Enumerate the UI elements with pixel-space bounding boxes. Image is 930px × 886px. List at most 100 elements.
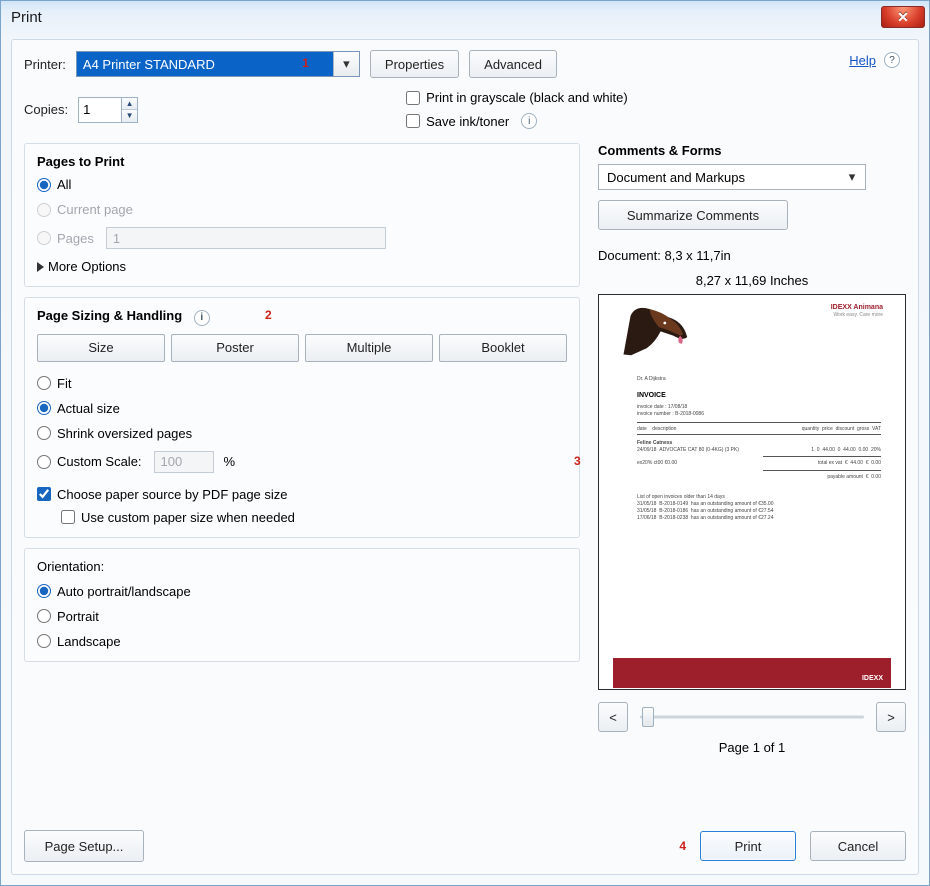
pages-all-row[interactable]: All: [37, 177, 567, 192]
pages-range-row: Pages 1: [37, 227, 567, 249]
dropdown-arrow-icon: ▾: [843, 168, 861, 186]
shrink-label: Shrink oversized pages: [57, 426, 192, 441]
fit-row[interactable]: Fit: [37, 376, 567, 391]
grayscale-label: Print in grayscale (black and white): [426, 90, 628, 105]
custom-scale-radio[interactable]: [37, 455, 51, 469]
page-counter: Page 1 of 1: [598, 740, 906, 755]
multiple-segment-button[interactable]: Multiple: [305, 334, 433, 362]
comments-select[interactable]: Document and Markups ▾: [598, 164, 866, 190]
orient-auto-label: Auto portrait/landscape: [57, 584, 191, 599]
copies-label: Copies:: [24, 102, 68, 117]
actual-row[interactable]: Actual size: [37, 401, 567, 416]
saveink-label: Save ink/toner: [426, 114, 509, 129]
printer-selected-value: A4 Printer STANDARD: [83, 57, 215, 72]
booklet-segment-button[interactable]: Booklet: [439, 334, 567, 362]
pages-current-row: Current page: [37, 202, 567, 217]
actual-radio[interactable]: [37, 401, 51, 415]
orient-portrait-label: Portrait: [57, 609, 99, 624]
shrink-row[interactable]: Shrink oversized pages: [37, 426, 567, 441]
sizing-group: Page Sizing & Handling i 2 Size Poster M…: [24, 297, 580, 538]
more-options-label: More Options: [48, 259, 126, 274]
paper-source-row[interactable]: Choose paper source by PDF page size: [37, 487, 567, 502]
size-segment-button[interactable]: Size: [37, 334, 165, 362]
properties-button[interactable]: Properties: [370, 50, 459, 78]
orient-auto-row[interactable]: Auto portrait/landscape: [37, 584, 567, 599]
orientation-heading: Orientation:: [37, 559, 567, 574]
close-button[interactable]: ✕: [881, 6, 925, 28]
preview-zoom-slider[interactable]: [640, 707, 864, 727]
saveink-checkbox[interactable]: [406, 114, 420, 128]
marker-3: 3: [574, 454, 581, 468]
dog-image-icon: [619, 302, 691, 358]
triangle-right-icon: [37, 262, 44, 272]
sizing-heading-text: Page Sizing & Handling: [37, 308, 182, 323]
custom-scale-row[interactable]: Custom Scale: 100 %: [37, 451, 567, 473]
orient-portrait-row[interactable]: Portrait: [37, 609, 567, 624]
shrink-radio[interactable]: [37, 426, 51, 440]
copies-up-icon[interactable]: ▲: [122, 98, 137, 111]
marker-2: 2: [265, 308, 272, 322]
fit-label: Fit: [57, 376, 71, 391]
sizing-info-icon[interactable]: i: [194, 310, 210, 326]
help-link[interactable]: Help: [849, 53, 876, 68]
cancel-button[interactable]: Cancel: [810, 831, 906, 861]
sizing-heading: Page Sizing & Handling i 2: [37, 308, 567, 326]
grayscale-checkbox[interactable]: [406, 91, 420, 105]
preview-brand: IDEXX Animana: [831, 304, 883, 311]
pages-range-label: Pages: [57, 231, 94, 246]
preview-page: IDEXX Animana Work easy. Care more Dr. A…: [613, 296, 891, 688]
copies-down-icon[interactable]: ▼: [122, 110, 137, 122]
printer-select[interactable]: A4 Printer STANDARD 1 ▾: [76, 51, 360, 77]
marker-1: 1: [302, 56, 309, 70]
orient-landscape-row[interactable]: Landscape: [37, 634, 567, 649]
slider-thumb[interactable]: [642, 707, 654, 727]
comments-heading: Comments & Forms: [598, 143, 906, 158]
custom-scale-label: Custom Scale:: [57, 454, 142, 469]
paper-source-label: Choose paper source by PDF page size: [57, 487, 288, 502]
custom-scale-input: 100: [154, 451, 214, 473]
dropdown-arrow-icon: ▾: [333, 52, 359, 76]
pages-current-label: Current page: [57, 202, 133, 217]
fit-radio[interactable]: [37, 376, 51, 390]
preview-prev-button[interactable]: <: [598, 702, 628, 732]
orient-auto-radio[interactable]: [37, 584, 51, 598]
pages-current-radio: [37, 203, 51, 217]
pages-to-print-group: Pages to Print All Current page Pages 1: [24, 143, 580, 287]
orient-landscape-label: Landscape: [57, 634, 121, 649]
comments-selected-value: Document and Markups: [607, 170, 745, 185]
poster-segment-button[interactable]: Poster: [171, 334, 299, 362]
saveink-row[interactable]: Save ink/toner i: [406, 113, 628, 129]
preview-page-size: 8,27 x 11,69 Inches: [598, 273, 906, 288]
paper-source-checkbox[interactable]: [37, 487, 51, 501]
summarize-comments-button[interactable]: Summarize Comments: [598, 200, 788, 230]
advanced-button[interactable]: Advanced: [469, 50, 557, 78]
custom-scale-unit: %: [224, 454, 236, 469]
printer-label: Printer:: [24, 57, 66, 72]
orient-portrait-radio[interactable]: [37, 609, 51, 623]
help-info-icon[interactable]: ?: [884, 52, 900, 68]
pages-range-input: 1: [106, 227, 386, 249]
print-preview: IDEXX Animana Work easy. Care more Dr. A…: [598, 294, 906, 690]
grayscale-row[interactable]: Print in grayscale (black and white): [406, 90, 628, 105]
saveink-info-icon[interactable]: i: [521, 113, 537, 129]
window-title: Print: [11, 9, 42, 26]
pages-all-label: All: [57, 177, 71, 192]
preview-next-button[interactable]: >: [876, 702, 906, 732]
more-options-toggle[interactable]: More Options: [37, 259, 567, 274]
use-custom-paper-label: Use custom paper size when needed: [81, 510, 295, 525]
orient-landscape-radio[interactable]: [37, 634, 51, 648]
marker-4: 4: [679, 839, 686, 853]
pages-heading: Pages to Print: [37, 154, 567, 169]
orientation-group: Orientation: Auto portrait/landscape Por…: [24, 548, 580, 662]
pages-range-radio: [37, 231, 51, 245]
document-size-label: Document: 8,3 x 11,7in: [598, 248, 906, 263]
use-custom-paper-checkbox[interactable]: [61, 510, 75, 524]
copies-spinner[interactable]: ▲ ▼: [78, 97, 138, 123]
page-setup-button[interactable]: Page Setup...: [24, 830, 144, 862]
use-custom-paper-row[interactable]: Use custom paper size when needed: [61, 510, 567, 525]
preview-invoice-word: INVOICE: [637, 392, 666, 399]
print-button[interactable]: Print: [700, 831, 796, 861]
pages-all-radio[interactable]: [37, 178, 51, 192]
copies-input[interactable]: [79, 98, 121, 122]
preview-tagline: Work easy. Care more: [833, 312, 883, 318]
